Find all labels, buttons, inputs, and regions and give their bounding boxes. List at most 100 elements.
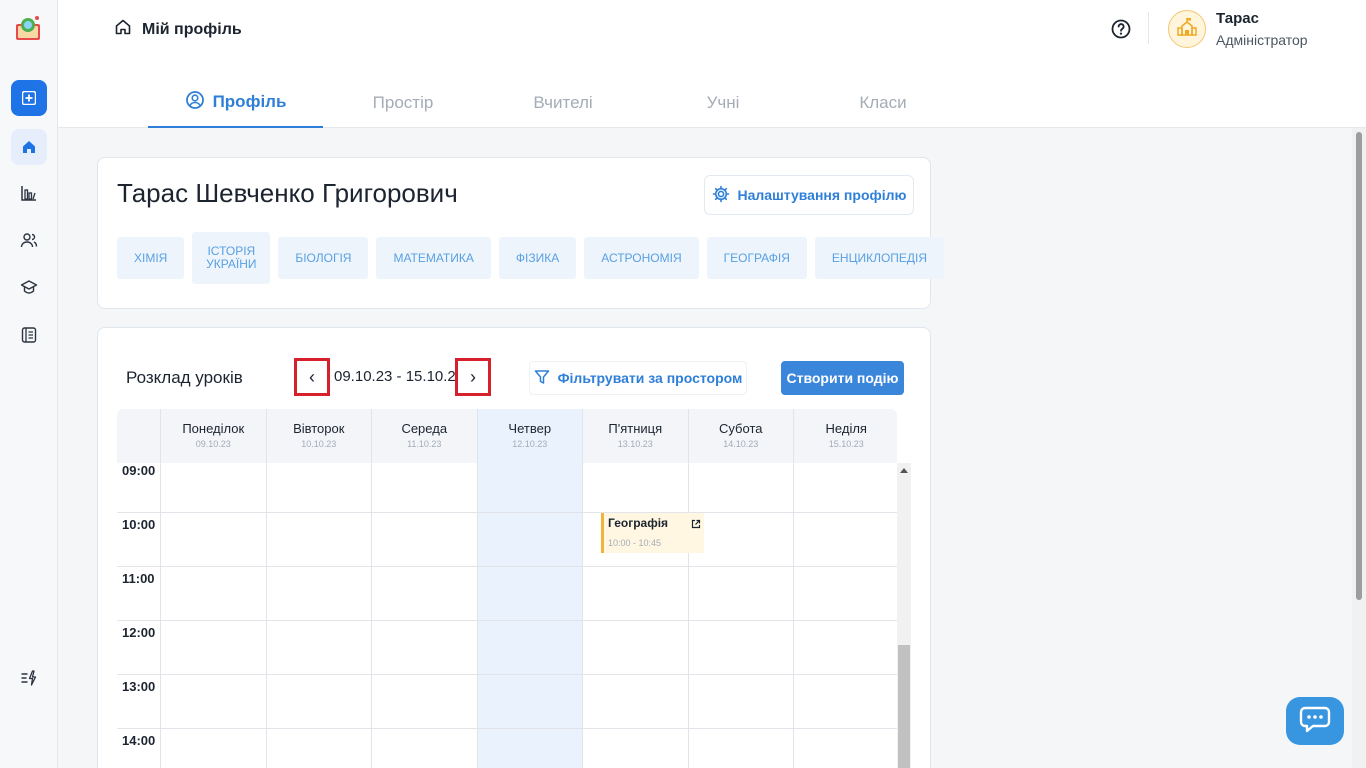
sidebar-item-users[interactable] <box>11 222 47 258</box>
time-label: 13:00 <box>122 679 156 694</box>
profile-card: Тарас Шевченко Григорович Налаштування п… <box>97 157 945 309</box>
day-date: 15.10.23 <box>828 439 864 449</box>
scrollbar-thumb[interactable] <box>898 645 910 768</box>
day-date: 14.10.23 <box>723 439 759 449</box>
home-icon <box>114 18 132 41</box>
tab-classes[interactable]: Класи <box>803 78 963 128</box>
chat-icon <box>1299 705 1331 738</box>
day-header-saturday: Субота 14.10.23 <box>687 409 794 463</box>
help-icon[interactable] <box>1110 18 1132 40</box>
hour-divider <box>117 620 897 621</box>
tab-label: Вчителі <box>533 93 593 112</box>
journal-icon <box>20 326 38 344</box>
day-column-today[interactable] <box>476 463 582 768</box>
app-logo-icon[interactable] <box>14 14 42 42</box>
tab-label: Простір <box>372 93 434 112</box>
day-name: Вівторок <box>293 421 345 436</box>
time-label: 09:00 <box>122 463 156 478</box>
chat-button[interactable] <box>1286 697 1344 745</box>
sidebar-item-quick-actions[interactable] <box>11 660 47 696</box>
user-name[interactable]: Тарас <box>1216 10 1259 27</box>
hour-divider <box>117 512 897 513</box>
user-avatar[interactable] <box>1168 10 1206 48</box>
schedule-event[interactable]: Географія 10:00 - 10:45 <box>601 513 704 553</box>
tab-teachers[interactable]: Вчителі <box>483 78 643 128</box>
tab-profile[interactable]: Профіль <box>148 78 323 128</box>
day-column[interactable] <box>687 463 794 768</box>
chevron-right-icon: › <box>470 366 476 387</box>
filter-by-space-button[interactable]: Фільтрувати за простором <box>529 361 747 395</box>
subject-chip[interactable]: МАТЕМАТИКА <box>376 237 491 279</box>
subject-chip[interactable]: БІОЛОГІЯ <box>278 237 369 279</box>
subject-chip[interactable]: АСТРОНОМІЯ <box>584 237 699 279</box>
subject-chip[interactable]: ІСТОРІЯ УКРАЇНИ <box>192 232 271 284</box>
sidebar-item-journal[interactable] <box>11 317 47 353</box>
day-column[interactable] <box>371 463 477 768</box>
filter-icon <box>534 369 550 388</box>
schedule-title: Розклад уроків <box>126 368 243 387</box>
home-icon <box>21 139 37 155</box>
gear-icon <box>712 185 730 206</box>
prev-week-button[interactable]: ‹ <box>294 358 330 396</box>
day-date: 09.10.23 <box>195 439 231 449</box>
tab-label: Профіль <box>212 92 287 111</box>
profile-settings-button[interactable]: Налаштування профілю <box>704 175 914 215</box>
quick-actions-icon <box>20 669 38 687</box>
breadcrumb-title: Мій профіль <box>142 20 242 38</box>
hour-divider <box>117 728 897 729</box>
day-header-monday: Понеділок 09.10.23 <box>160 409 266 463</box>
user-role: Адміністратор <box>1216 32 1308 48</box>
external-link-icon[interactable] <box>691 516 701 534</box>
day-date: 11.10.23 <box>407 439 442 449</box>
tab-students[interactable]: Учні <box>643 78 803 128</box>
create-event-button[interactable]: Створити подію <box>781 361 904 395</box>
day-name: П'ятниця <box>608 421 663 436</box>
tab-space[interactable]: Простір <box>323 78 483 128</box>
tab-label: Учні <box>706 93 740 112</box>
subject-chip[interactable]: ГЕОГРАФІЯ <box>706 237 807 279</box>
date-range: 09.10.23 - 15.10.23 <box>334 368 465 385</box>
week-header: Понеділок 09.10.23 Вівторок 10.10.23 Серед… <box>117 409 897 463</box>
day-column[interactable] <box>582 463 688 768</box>
school-icon <box>1176 16 1198 43</box>
day-date: 12.10.23 <box>512 439 548 449</box>
scroll-up-icon[interactable] <box>900 468 908 473</box>
subject-chip[interactable]: ЕНЦИКЛОПЕДІЯ <box>814 237 945 279</box>
chevron-left-icon: ‹ <box>309 366 315 387</box>
filter-label: Фільтрувати за простором <box>557 370 743 386</box>
graduation-cap-icon <box>20 278 38 296</box>
sidebar-item-education[interactable] <box>11 269 47 305</box>
day-column[interactable] <box>265 463 372 768</box>
day-date: 13.10.23 <box>617 439 653 449</box>
sidebar <box>0 0 58 768</box>
sidebar-item-home[interactable] <box>11 129 47 165</box>
day-column[interactable] <box>793 463 899 768</box>
event-title: Географія <box>608 516 669 530</box>
day-column[interactable] <box>160 463 266 768</box>
subject-chip[interactable]: ХІМІЯ <box>117 237 185 279</box>
schedule-grid[interactable]: 09:00 10:00 11:00 12:00 13:00 14:00 Геог… <box>117 463 897 768</box>
time-label: 12:00 <box>122 625 156 640</box>
scrollbar-thumb[interactable] <box>1356 132 1362 600</box>
day-name: Четвер <box>508 421 552 436</box>
hour-divider <box>117 674 897 675</box>
page-header: Мій профіль Тарас Адміністратор Профіль … <box>58 0 1366 128</box>
day-date: 10.10.23 <box>301 439 337 449</box>
next-week-button[interactable]: › <box>455 358 491 396</box>
time-label: 14:00 <box>122 733 156 748</box>
day-name: Субота <box>719 421 763 436</box>
schedule-card: Розклад уроків ‹ 09.10.23 - 15.10.23 › Ф… <box>97 327 931 768</box>
sidebar-item-analytics[interactable] <box>11 175 47 211</box>
user-circle-icon <box>185 90 205 115</box>
schedule-scrollbar[interactable] <box>897 463 911 768</box>
sidebar-item-create[interactable] <box>11 80 47 116</box>
breadcrumb[interactable]: Мій профіль <box>114 18 242 41</box>
day-header-wednesday: Середа 11.10.23 <box>371 409 477 463</box>
page-scrollbar[interactable] <box>1352 128 1366 768</box>
header-divider <box>1148 12 1149 44</box>
profile-full-name: Тарас Шевченко Григорович <box>117 178 458 208</box>
day-name: Понеділок <box>182 421 245 436</box>
subject-chip[interactable]: ФІЗИКА <box>498 237 577 279</box>
day-name: Середа <box>401 421 448 436</box>
day-header-thursday: Четвер 12.10.23 <box>476 409 582 463</box>
